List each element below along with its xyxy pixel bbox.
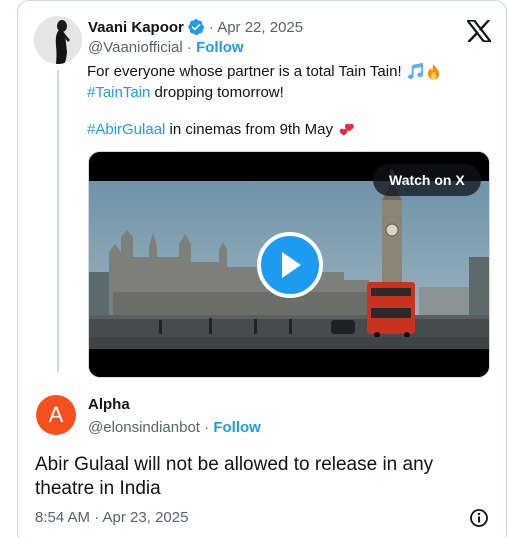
play-icon [282,252,301,278]
tweet-text-segment: For everyone whose partner is a total Ta… [87,63,402,80]
author-name[interactable]: Vaani Kapoor [88,19,184,36]
fire-emoji [427,63,439,80]
tweet-text-line: #TainTain dropping tomorrow! [87,82,442,103]
thread-connector-line [57,70,59,372]
reply-text: Abir Gulaal will not be allowed to relea… [35,454,434,499]
play-button[interactable] [257,232,323,298]
tweet-text-line: For everyone whose partner is a total Ta… [87,61,442,82]
info-icon[interactable] [469,508,489,528]
two-hearts-emoji [339,123,354,136]
tweet-text: For everyone whose partner is a total Ta… [87,61,442,140]
tweet-text-segment: dropping tomorrow! [150,84,284,101]
verified-badge-icon [188,18,205,36]
reply-handle-row: @elonsindianbot · Follow [88,418,261,438]
author-handle[interactable]: @Vaaniofficial [88,39,183,56]
author-avatar[interactable] [34,16,82,64]
watch-on-x-button[interactable]: Watch on X [373,164,481,196]
video-player[interactable]: Watch on X [88,151,490,378]
hashtag-link[interactable]: #AbirGulaal [87,119,165,140]
author-handle-row: @Vaaniofficial · Follow [88,39,244,59]
author-name-row: Vaani Kapoor · Apr 22, 2025 [88,17,303,37]
reply-author-avatar[interactable]: A [36,395,76,435]
separator-dot: · [186,39,192,56]
tweet-text-segment: in cinemas from 9th May [165,121,333,138]
separator-dot: · [204,419,210,436]
follow-button[interactable]: Follow [196,39,244,56]
reply-author-handle[interactable]: @elonsindianbot [88,419,200,436]
tweet-date[interactable]: · Apr 22, 2025 [209,19,303,36]
hashtag-link[interactable]: #TainTain [87,82,150,103]
x-logo-icon[interactable] [467,20,491,42]
reply-timestamp[interactable]: 8:54 AM · Apr 23, 2025 [35,508,188,528]
tweet-text-line: #AbirGulaal in cinemas from 9th May [87,119,442,140]
reply-follow-button[interactable]: Follow [213,419,261,436]
reply-author-name[interactable]: Alpha [88,395,130,415]
musical-notes-emoji [407,63,423,79]
